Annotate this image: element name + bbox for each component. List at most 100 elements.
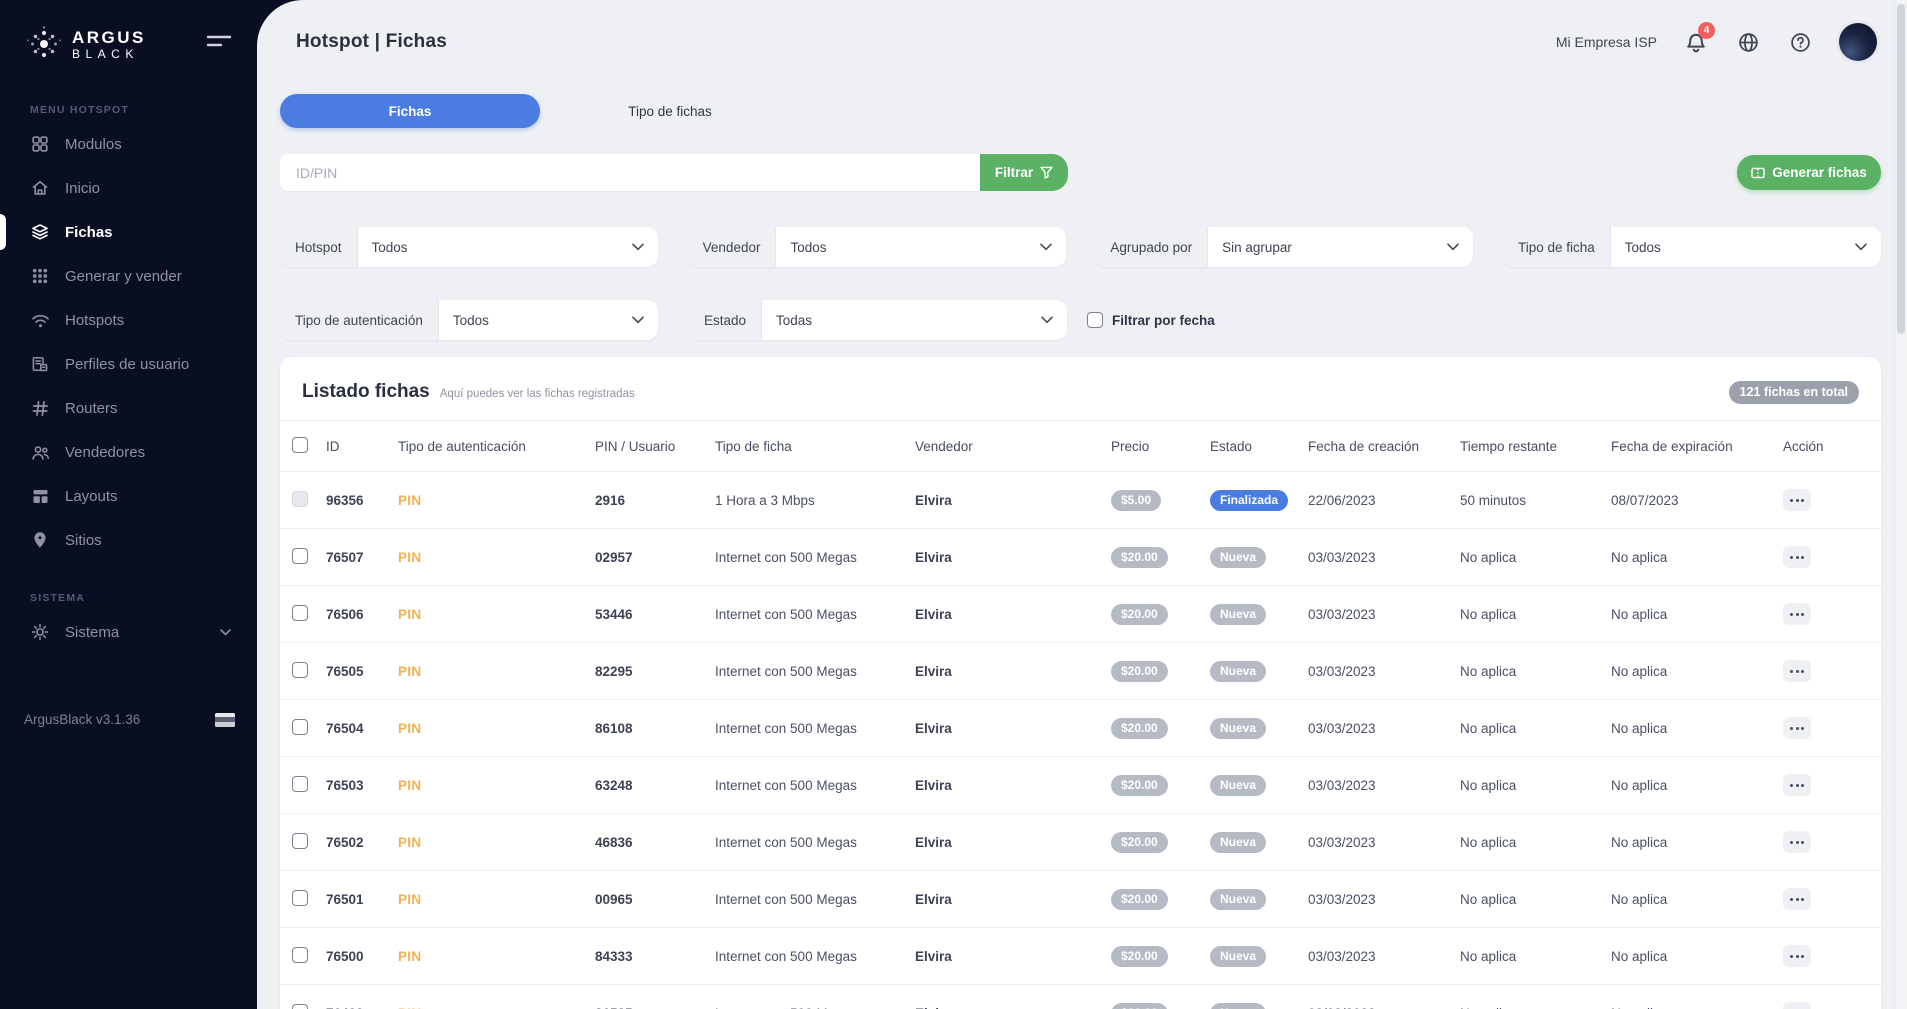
- wifi-icon: [30, 310, 50, 330]
- filter-vendedor: Vendedor Todos: [688, 227, 1066, 267]
- notifications-bell-icon[interactable]: 4: [1683, 29, 1709, 55]
- row-checkbox[interactable]: [292, 1004, 308, 1009]
- cell-pin-usuario: 26525: [587, 985, 707, 1009]
- sidebar-item-perfiles-de-usuario[interactable]: Perfiles de usuario: [0, 342, 257, 386]
- column-fecha-creacion: Fecha de creación: [1300, 421, 1452, 472]
- status-badge: Nueva: [1210, 775, 1266, 796]
- filter-button[interactable]: Filtrar: [980, 154, 1068, 191]
- globe-icon[interactable]: [1735, 29, 1761, 55]
- list-card-header: Listado fichas Aquí puedes ver las ficha…: [280, 357, 1881, 421]
- row-actions-button[interactable]: [1783, 546, 1811, 568]
- search-input[interactable]: [280, 154, 980, 191]
- filter-by-date-checkbox[interactable]: Filtrar por fecha: [1087, 300, 1215, 340]
- cell-tiempo-restante: No aplica: [1452, 700, 1603, 757]
- sidebar-section-sistema: SISTEMA: [30, 592, 257, 604]
- price-badge: $5.00: [1111, 490, 1161, 511]
- tab-fichas[interactable]: Fichas: [280, 94, 540, 128]
- sidebar-item-hotspots[interactable]: Hotspots: [0, 298, 257, 342]
- cell-tipo-de-ficha: Internet con 500 Megas: [707, 586, 907, 643]
- cell-tipo-autenticacion: PIN: [390, 985, 587, 1009]
- chevron-down-icon: [1447, 243, 1459, 251]
- row-checkbox[interactable]: [292, 548, 308, 564]
- sidebar-item-layouts[interactable]: Layouts: [0, 474, 257, 518]
- sidebar-item-modulos[interactable]: Modulos: [0, 122, 257, 166]
- tab-tipo-de-fichas[interactable]: Tipo de fichas: [540, 94, 800, 128]
- page-title: Hotspot | Fichas: [296, 31, 447, 53]
- row-actions-button[interactable]: [1783, 603, 1811, 625]
- generate-fichas-button[interactable]: Generar fichas: [1737, 155, 1881, 190]
- table-row: 76505 PIN 82295 Internet con 500 Megas E…: [280, 643, 1881, 700]
- cell-fecha-expiracion: No aplica: [1603, 643, 1775, 700]
- fichas-list-card: Listado fichas Aquí puedes ver las ficha…: [280, 357, 1881, 1009]
- cell-id: 76507: [318, 529, 390, 586]
- cell-pin-usuario: 86108: [587, 700, 707, 757]
- app-version: ArgusBlack v3.1.36: [24, 712, 235, 727]
- brand-line2: BLACK: [72, 48, 146, 60]
- sidebar-collapse-icon[interactable]: [203, 29, 235, 60]
- row-actions-button[interactable]: [1783, 660, 1811, 682]
- cell-tiempo-restante: No aplica: [1452, 757, 1603, 814]
- row-actions-button[interactable]: [1783, 489, 1811, 511]
- checkbox-icon[interactable]: [1087, 312, 1103, 328]
- help-icon[interactable]: [1787, 29, 1813, 55]
- cell-vendedor: Elvira: [907, 871, 1103, 928]
- status-badge: Nueva: [1210, 1003, 1266, 1009]
- cell-vendedor: Elvira: [907, 814, 1103, 871]
- cell-tipo-de-ficha: Internet con 500 Megas: [707, 700, 907, 757]
- row-checkbox[interactable]: [292, 662, 308, 678]
- row-actions-button[interactable]: [1783, 1002, 1811, 1009]
- brand-name: ARGUS BLACK: [72, 29, 146, 60]
- row-checkbox[interactable]: [292, 719, 308, 735]
- page-scrollbar[interactable]: [1894, 0, 1907, 1009]
- row-actions-button[interactable]: [1783, 945, 1811, 967]
- row-actions-button[interactable]: [1783, 831, 1811, 853]
- cell-tiempo-restante: 50 minutos: [1452, 472, 1603, 529]
- sidebar-item-routers[interactable]: Routers: [0, 386, 257, 430]
- sidebar-item-sistema[interactable]: Sistema: [0, 610, 257, 654]
- cell-fecha-expiracion: No aplica: [1603, 586, 1775, 643]
- row-checkbox[interactable]: [292, 947, 308, 963]
- cell-tipo-autenticacion: PIN: [390, 529, 587, 586]
- filter-hotspot-select[interactable]: Todos: [358, 227, 658, 267]
- argusblack-logo-icon: [24, 24, 64, 64]
- row-actions-button[interactable]: [1783, 774, 1811, 796]
- filter-estado-select[interactable]: Todas: [762, 300, 1067, 340]
- sidebar-item-inicio[interactable]: Inicio: [0, 166, 257, 210]
- row-checkbox[interactable]: [292, 890, 308, 906]
- layers-icon: [30, 222, 50, 242]
- row-checkbox[interactable]: [292, 776, 308, 792]
- row-checkbox[interactable]: [292, 833, 308, 849]
- row-checkbox[interactable]: [292, 605, 308, 621]
- filter-row-2: Tipo de autenticación Todos Estado Todas…: [280, 300, 1881, 340]
- table-row: 76502 PIN 46836 Internet con 500 Megas E…: [280, 814, 1881, 871]
- cell-id: 76502: [318, 814, 390, 871]
- row-checkbox[interactable]: [292, 491, 308, 507]
- cell-tipo-de-ficha: Internet con 500 Megas: [707, 928, 907, 985]
- sidebar-item-fichas[interactable]: Fichas: [0, 210, 257, 254]
- cell-vendedor: Elvira: [907, 586, 1103, 643]
- filter-agrupado-por-select[interactable]: Sin agrupar: [1208, 227, 1473, 267]
- row-actions-button[interactable]: [1783, 717, 1811, 739]
- cell-vendedor: Elvira: [907, 700, 1103, 757]
- price-badge: $20.00: [1111, 718, 1168, 739]
- select-all-checkbox[interactable]: [292, 437, 308, 453]
- sidebar-item-sitios[interactable]: Sitios: [0, 518, 257, 562]
- column-precio: Precio: [1103, 421, 1202, 472]
- row-actions-button[interactable]: [1783, 888, 1811, 910]
- scrollbar-thumb[interactable]: [1897, 4, 1905, 334]
- filter-vendedor-select[interactable]: Todos: [776, 227, 1065, 267]
- sidebar-item-vendedores[interactable]: Vendedores: [0, 430, 257, 474]
- user-avatar[interactable]: [1839, 23, 1877, 61]
- filter-tipo-de-ficha-select[interactable]: Todos: [1611, 227, 1881, 267]
- sidebar-item-generar-y-vender[interactable]: Generar y vender: [0, 254, 257, 298]
- chevron-down-icon: [1040, 243, 1052, 251]
- fichas-table: ID Tipo de autenticación PIN / Usuario T…: [280, 421, 1881, 1009]
- filter-tipo-autenticacion-select[interactable]: Todos: [439, 300, 658, 340]
- sidebar: ARGUS BLACK MENU HOTSPOT Modulos Inicio …: [0, 0, 257, 1009]
- price-badge: $20.00: [1111, 661, 1168, 682]
- cell-id: 76500: [318, 928, 390, 985]
- cell-id: 76506: [318, 586, 390, 643]
- users-icon: [30, 442, 50, 462]
- language-flag-icon[interactable]: [215, 713, 235, 727]
- cell-tipo-autenticacion: PIN: [390, 814, 587, 871]
